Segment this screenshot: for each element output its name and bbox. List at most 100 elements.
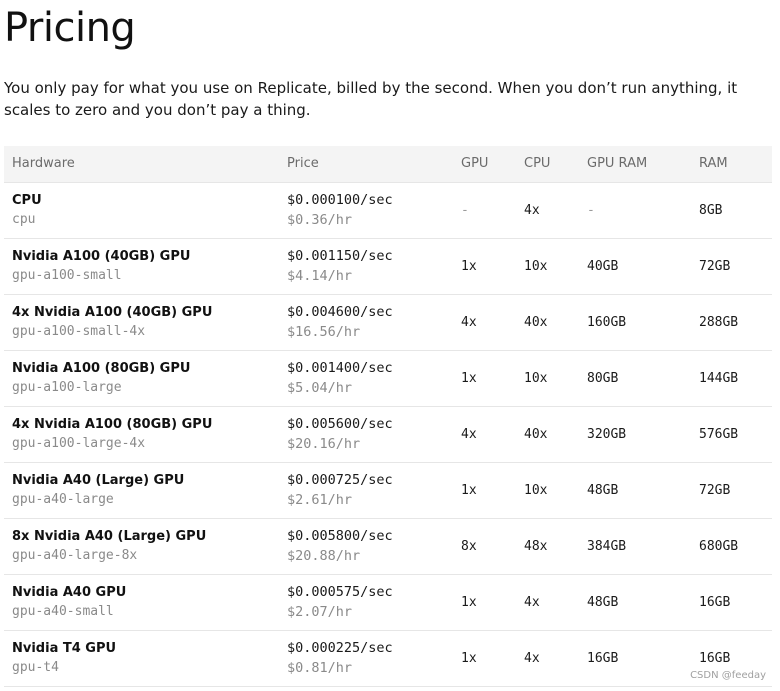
price-cell: $0.001400/sec $5.04/hr xyxy=(279,350,453,406)
price-cell: $0.000575/sec $2.07/hr xyxy=(279,574,453,630)
cpu-count: 48x xyxy=(524,538,548,554)
header-price: Price xyxy=(279,146,453,183)
ram: 16GB xyxy=(699,594,731,610)
table-row: CPU cpu $0.000100/sec $0.36/hr - 4x - 8G… xyxy=(4,182,772,238)
price-per-second: $0.000100/sec xyxy=(287,192,393,208)
table-header: Hardware Price GPU CPU GPU RAM RAM xyxy=(4,146,772,183)
gpu-ram: 48GB xyxy=(587,594,619,610)
price-per-second: $0.001400/sec xyxy=(287,360,393,376)
price-cell: $0.005800/sec $20.88/hr xyxy=(279,518,453,574)
header-gpu: GPU xyxy=(453,146,516,183)
header-cpu: CPU xyxy=(516,146,579,183)
hardware-name: Nvidia A40 (Large) GPU xyxy=(12,473,185,488)
gpu-count: 4x xyxy=(461,426,477,442)
price-per-second: $0.005600/sec xyxy=(287,416,393,432)
hardware-cell: CPU cpu xyxy=(4,182,279,238)
gpu-ram: 80GB xyxy=(587,370,619,386)
hardware-cell: Nvidia A100 (80GB) GPU gpu-a100-large xyxy=(4,350,279,406)
gpu-ram: 160GB xyxy=(587,314,627,330)
gpu-ram: 384GB xyxy=(587,538,627,554)
cpu-count: 4x xyxy=(524,594,540,610)
hardware-sku: gpu-a40-large-8x xyxy=(12,548,138,563)
cpu-count: 10x xyxy=(524,482,548,498)
hardware-name: Nvidia A100 (40GB) GPU xyxy=(12,249,191,264)
gpu-ram: 48GB xyxy=(587,482,619,498)
hardware-sku: gpu-a100-large-4x xyxy=(12,436,146,451)
hardware-sku: gpu-t4 xyxy=(12,660,59,675)
hardware-name: 4x Nvidia A100 (40GB) GPU xyxy=(12,305,213,320)
ram: 8GB xyxy=(699,202,723,218)
table-row: Nvidia A100 (40GB) GPU gpu-a100-small $0… xyxy=(4,238,772,294)
ram: 288GB xyxy=(699,314,739,330)
table-row: Nvidia A100 (80GB) GPU gpu-a100-large $0… xyxy=(4,350,772,406)
price-per-second: $0.000725/sec xyxy=(287,472,393,488)
hardware-cell: Nvidia A100 (40GB) GPU gpu-a100-small xyxy=(4,238,279,294)
price-per-second: $0.004600/sec xyxy=(287,304,393,320)
ram: 72GB xyxy=(699,482,731,498)
hardware-sku: gpu-a100-small xyxy=(12,268,122,283)
page-title: Pricing xyxy=(4,5,136,51)
price-cell: $0.004600/sec $16.56/hr xyxy=(279,294,453,350)
table-body: CPU cpu $0.000100/sec $0.36/hr - 4x - 8G… xyxy=(4,182,772,686)
gpu-count: 1x xyxy=(461,482,477,498)
table-row: 4x Nvidia A100 (40GB) GPU gpu-a100-small… xyxy=(4,294,772,350)
price-cell: $0.000225/sec $0.81/hr xyxy=(279,630,453,686)
pricing-table: Hardware Price GPU CPU GPU RAM RAM CPU c… xyxy=(4,146,772,687)
hardware-cell: Nvidia T4 GPU gpu-t4 xyxy=(4,630,279,686)
price-per-hour: $0.81/hr xyxy=(287,660,353,676)
hardware-sku: gpu-a100-small-4x xyxy=(12,324,146,339)
gpu-count: - xyxy=(461,202,469,218)
hardware-sku: cpu xyxy=(12,212,36,227)
table-row: 8x Nvidia A40 (Large) GPU gpu-a40-large-… xyxy=(4,518,772,574)
price-cell: $0.000100/sec $0.36/hr xyxy=(279,182,453,238)
hardware-cell: 4x Nvidia A100 (40GB) GPU gpu-a100-small… xyxy=(4,294,279,350)
ram: 576GB xyxy=(699,426,739,442)
ram: 680GB xyxy=(699,538,739,554)
price-cell: $0.000725/sec $2.61/hr xyxy=(279,462,453,518)
price-per-hour: $5.04/hr xyxy=(287,380,353,396)
hardware-cell: 4x Nvidia A100 (80GB) GPU gpu-a100-large… xyxy=(4,406,279,462)
gpu-count: 1x xyxy=(461,594,477,610)
price-per-second: $0.005800/sec xyxy=(287,528,393,544)
watermark: CSDN @feeday xyxy=(690,670,766,681)
price-per-hour: $0.36/hr xyxy=(287,212,353,228)
price-per-hour: $2.07/hr xyxy=(287,604,353,620)
price-per-hour: $20.16/hr xyxy=(287,436,361,452)
ram: 144GB xyxy=(699,370,739,386)
price-per-hour: $16.56/hr xyxy=(287,324,361,340)
hardware-name: 4x Nvidia A100 (80GB) GPU xyxy=(12,417,213,432)
ram: 72GB xyxy=(699,258,731,274)
gpu-ram: 40GB xyxy=(587,258,619,274)
gpu-ram: 16GB xyxy=(587,650,619,666)
price-per-hour: $2.61/hr xyxy=(287,492,353,508)
gpu-count: 1x xyxy=(461,370,477,386)
header-row: Hardware Price GPU CPU GPU RAM RAM xyxy=(4,146,772,183)
gpu-count: 1x xyxy=(461,258,477,274)
price-cell: $0.001150/sec $4.14/hr xyxy=(279,238,453,294)
price-per-hour: $4.14/hr xyxy=(287,268,353,284)
table-row: Nvidia T4 GPU gpu-t4 $0.000225/sec $0.81… xyxy=(4,630,772,686)
table-row: Nvidia A40 (Large) GPU gpu-a40-large $0.… xyxy=(4,462,772,518)
gpu-count: 1x xyxy=(461,650,477,666)
gpu-ram: 320GB xyxy=(587,426,627,442)
hardware-name: Nvidia A100 (80GB) GPU xyxy=(12,361,191,376)
header-hardware: Hardware xyxy=(4,146,279,183)
price-per-second: $0.001150/sec xyxy=(287,248,393,264)
hardware-cell: 8x Nvidia A40 (Large) GPU gpu-a40-large-… xyxy=(4,518,279,574)
hardware-cell: Nvidia A40 GPU gpu-a40-small xyxy=(4,574,279,630)
cpu-count: 40x xyxy=(524,426,548,442)
gpu-count: 8x xyxy=(461,538,477,554)
pricing-intro: You only pay for what you use on Replica… xyxy=(4,79,738,119)
price-per-second: $0.000225/sec xyxy=(287,640,393,656)
hardware-sku: gpu-a40-small xyxy=(12,604,114,619)
hardware-sku: gpu-a40-large xyxy=(12,492,114,507)
cpu-count: 40x xyxy=(524,314,548,330)
cpu-count: 10x xyxy=(524,258,548,274)
hardware-cell: Nvidia A40 (Large) GPU gpu-a40-large xyxy=(4,462,279,518)
cpu-count: 10x xyxy=(524,370,548,386)
cpu-count: 4x xyxy=(524,650,540,666)
hardware-sku: gpu-a100-large xyxy=(12,380,122,395)
hardware-name: CPU xyxy=(12,193,42,208)
header-ram: RAM xyxy=(691,146,772,183)
hardware-name: Nvidia A40 GPU xyxy=(12,585,127,600)
